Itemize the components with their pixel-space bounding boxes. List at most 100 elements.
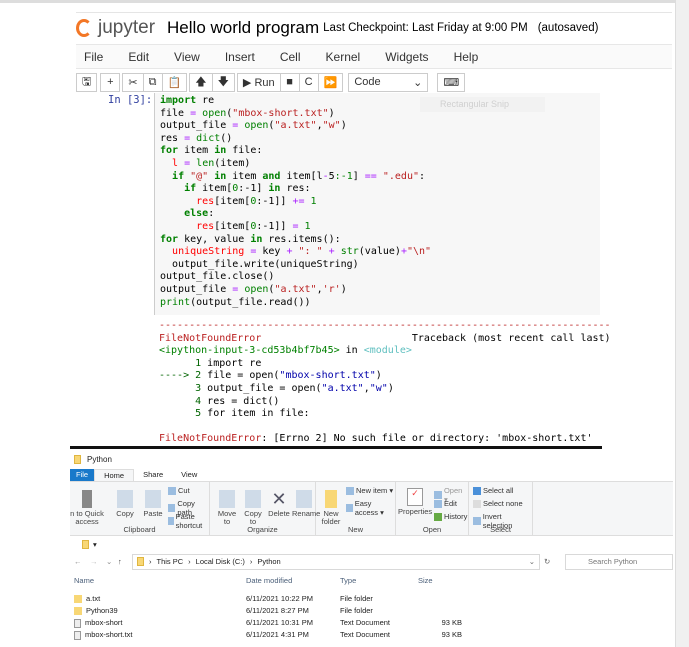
search-input[interactable]: Search Python (565, 553, 673, 570)
code-line: for item in file: (160, 145, 600, 158)
code-token: ".edu" (382, 170, 419, 182)
run-button[interactable]: ▶ Run (236, 72, 281, 92)
history-button[interactable]: History (434, 512, 467, 521)
cell-type-select[interactable]: Code ⌄ (348, 72, 429, 92)
move-down-button[interactable]: 🡇 (211, 72, 235, 92)
customize-dropdown-icon[interactable]: ▾ (93, 540, 97, 549)
pin-quick-access-button[interactable]: n to Quick access (70, 490, 104, 526)
new-group: New folder New item ▾ Easy access ▾ New (316, 482, 396, 536)
copy-to-label: Copy to (244, 509, 262, 526)
stop-button[interactable]: ■ (279, 72, 300, 92)
run-all-button[interactable]: ⏩ (317, 72, 344, 92)
column-type[interactable]: Type (340, 576, 356, 585)
code-token: else (184, 208, 209, 220)
ribbon: n to Quick access Copy Paste Cut Copy pa… (70, 481, 673, 536)
menu-view[interactable]: View (174, 50, 200, 64)
column-size[interactable]: Size (418, 576, 433, 585)
recent-dropdown-icon[interactable]: ⌄ (106, 557, 112, 566)
copy-to-icon (245, 490, 261, 508)
menu-edit[interactable]: Edit (128, 50, 149, 64)
code-line: res = dict() (160, 133, 600, 146)
menu-kernel[interactable]: Kernel (326, 50, 361, 64)
move-to-button[interactable]: Move to (216, 490, 238, 526)
cut-button[interactable]: Cut (168, 486, 190, 495)
code-token: item[ (196, 183, 233, 195)
copy-to-button[interactable]: Copy to (242, 490, 264, 526)
checkpoint-status: Last Checkpoint: Last Friday at 9:00 PM (323, 21, 528, 34)
code-token: "@" (190, 170, 209, 182)
forward-arrow-icon[interactable]: → (90, 557, 98, 566)
back-arrow-icon[interactable]: ← (74, 557, 82, 566)
up-arrow-icon[interactable]: ↑ (118, 557, 122, 566)
edit-icon (434, 499, 442, 508)
folder-icon (74, 607, 82, 616)
menu-help[interactable]: Help (454, 50, 479, 64)
notebook-title[interactable]: Hello world program (167, 18, 319, 38)
folder-icon[interactable] (82, 539, 89, 549)
code-cell-editor[interactable]: import re file = open("mbox-short.txt") ou… (154, 93, 600, 315)
code-token: output_file.write(uniqueString) (160, 258, 359, 270)
breadcrumb-this-pc[interactable]: This PC (157, 557, 184, 566)
column-date-modified[interactable]: Date modified (246, 576, 292, 585)
select-all-button[interactable]: Select all (473, 486, 513, 495)
menu-file[interactable]: File (84, 50, 103, 64)
tab-home[interactable]: Home (94, 469, 135, 481)
new-group-label: New (347, 525, 363, 534)
code-token: res (196, 220, 215, 232)
copy-button[interactable]: ⧉ (142, 72, 163, 92)
new-item-icon (346, 486, 354, 495)
delete-x-icon: ✕ (271, 489, 287, 509)
new-folder-button[interactable]: New folder (320, 490, 342, 526)
tab-file[interactable]: File (70, 469, 95, 481)
paste-button[interactable]: 📋 (161, 72, 188, 92)
chevron-down-icon[interactable]: ⌄ (529, 557, 535, 566)
easy-access-button[interactable]: Easy access ▾ (346, 499, 395, 517)
tab-view[interactable]: View (172, 469, 206, 481)
refresh-icon[interactable]: ↻ (544, 557, 550, 566)
breadcrumb-python[interactable]: Python (257, 557, 280, 566)
properties-button[interactable]: ✓ Properties (398, 488, 432, 516)
menu-cell[interactable]: Cell (280, 50, 301, 64)
edit-button[interactable]: Edit (434, 499, 457, 508)
copy-button[interactable]: Copy (114, 490, 136, 518)
new-item-button[interactable]: New item ▾ (346, 486, 393, 495)
code-line: l = len(item) (160, 158, 600, 171)
save-button[interactable]: 🖫 (76, 72, 98, 92)
code-token: :-1 (334, 170, 353, 182)
scrollbar[interactable] (675, 0, 689, 647)
keyboard-shortcuts-button[interactable]: ⌨ (437, 72, 466, 92)
column-name[interactable]: Name (74, 576, 94, 585)
explorer-title: Python (87, 454, 112, 464)
ribbon-tabs: File Home Share View (70, 469, 673, 481)
address-bar[interactable]: › This PC › Local Disk (C:) › Python ⌄ (132, 553, 540, 570)
restart-button[interactable]: C (298, 72, 319, 92)
chevron-right-icon: › (188, 557, 191, 566)
file-explorer-window: Python File Home Share View n to Quick a… (70, 450, 673, 647)
breadcrumb-local-disk[interactable]: Local Disk (C:) (196, 557, 245, 566)
move-up-button[interactable]: 🡅 (189, 72, 213, 92)
delete-button[interactable]: ✕ Delete (268, 490, 290, 518)
jupyter-logo-icon[interactable] (76, 18, 92, 37)
menu-insert[interactable]: Insert (225, 50, 255, 64)
code-token: ) (387, 382, 394, 394)
add-cell-button[interactable]: + (100, 72, 121, 92)
code-token: : (208, 208, 215, 220)
rename-button[interactable]: Rename (292, 490, 320, 518)
cut-button[interactable]: ✂ (122, 72, 144, 92)
code-token: for item in file: (207, 408, 310, 420)
jupyter-logo-text[interactable]: jupyter (98, 17, 155, 39)
file-row[interactable]: a.txt 6/11/2021 10:22 PM File folder (70, 593, 673, 605)
open-group: ✓ Properties Open ▾ Edit History Open (396, 482, 469, 536)
menu-widgets[interactable]: Widgets (385, 50, 428, 64)
code-line: output_file = open("a.txt","w") (160, 120, 600, 133)
select-none-button[interactable]: Select none (473, 499, 523, 508)
tab-share[interactable]: Share (134, 469, 172, 481)
code-token: Traceback (most recent call last) (261, 332, 611, 344)
file-row[interactable]: mbox-short.txt 6/11/2021 4:31 PM Text Docu… (70, 629, 673, 641)
paste-shortcut-icon (168, 517, 174, 525)
file-row[interactable]: Python39 6/11/2021 8:27 PM File folder (70, 605, 673, 617)
file-row[interactable]: mbox-short 6/11/2021 10:31 PM Text Documen… (70, 617, 673, 629)
paste-button[interactable]: Paste (142, 490, 164, 518)
